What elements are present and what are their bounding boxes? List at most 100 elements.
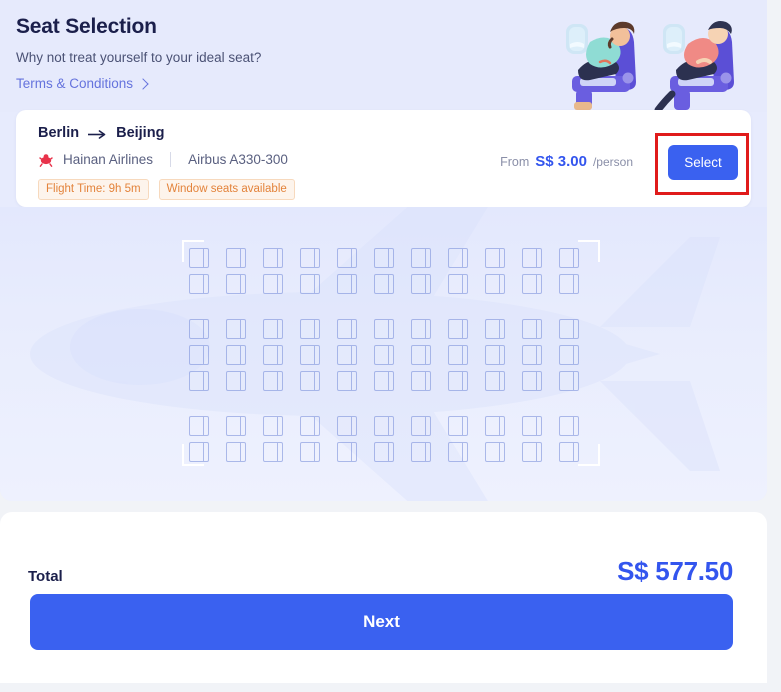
seat[interactable] [559, 274, 579, 294]
seat[interactable] [559, 248, 579, 268]
flight-info-card: Berlin Beijing Hainan Airlines Airbus A3… [16, 110, 751, 207]
seat[interactable] [300, 345, 320, 365]
seat[interactable] [448, 371, 468, 391]
seat[interactable] [263, 442, 283, 462]
badge-flight-time: Flight Time: 9h 5m [38, 179, 149, 200]
seat[interactable] [485, 442, 505, 462]
total-amount: S$ 577.50 [617, 556, 733, 586]
seat-row [189, 319, 579, 339]
seat[interactable] [411, 371, 431, 391]
seat[interactable] [300, 442, 320, 462]
terms-link-label: Terms & Conditions [16, 76, 134, 91]
origin-city: Berlin [38, 125, 80, 141]
seat[interactable] [337, 416, 357, 436]
seat[interactable] [263, 416, 283, 436]
seat-selection-page: Seat Selection Why not treat yourself to… [0, 0, 781, 692]
seat[interactable] [522, 345, 542, 365]
seat[interactable] [485, 371, 505, 391]
seat[interactable] [411, 345, 431, 365]
seat[interactable] [226, 345, 246, 365]
seat[interactable] [189, 371, 209, 391]
terms-and-conditions-link[interactable]: Terms & Conditions [16, 76, 149, 91]
seat[interactable] [448, 442, 468, 462]
seat[interactable] [337, 248, 357, 268]
seat[interactable] [263, 319, 283, 339]
seat[interactable] [411, 416, 431, 436]
seat[interactable] [300, 274, 320, 294]
seat[interactable] [411, 274, 431, 294]
seat[interactable] [411, 442, 431, 462]
seat[interactable] [189, 345, 209, 365]
seat[interactable] [374, 442, 394, 462]
seat[interactable] [263, 345, 283, 365]
seat[interactable] [337, 442, 357, 462]
seat[interactable] [189, 319, 209, 339]
next-button[interactable]: Next [30, 594, 733, 650]
seat[interactable] [337, 319, 357, 339]
seat[interactable] [448, 416, 468, 436]
seat[interactable] [226, 416, 246, 436]
seat[interactable] [485, 248, 505, 268]
seat-row [189, 345, 579, 365]
seat[interactable] [374, 345, 394, 365]
seat[interactable] [522, 274, 542, 294]
seat-block [189, 248, 579, 294]
seat-row [189, 274, 579, 294]
seat[interactable] [226, 274, 246, 294]
seat[interactable] [448, 248, 468, 268]
destination-city: Beijing [116, 125, 165, 141]
seat[interactable] [337, 371, 357, 391]
seat[interactable] [189, 248, 209, 268]
seat[interactable] [374, 319, 394, 339]
seat[interactable] [522, 319, 542, 339]
seat-selection-card: Seat Selection Why not treat yourself to… [0, 0, 767, 501]
seat[interactable] [485, 274, 505, 294]
seat[interactable] [263, 371, 283, 391]
seat[interactable] [448, 274, 468, 294]
price-row: From S$ 3.00 /person [500, 153, 633, 170]
route: Berlin Beijing [38, 125, 164, 141]
seat[interactable] [448, 345, 468, 365]
seat[interactable] [300, 319, 320, 339]
seat-block [189, 416, 579, 462]
seat[interactable] [522, 248, 542, 268]
seat[interactable] [374, 416, 394, 436]
seat[interactable] [559, 442, 579, 462]
seat[interactable] [300, 248, 320, 268]
seat[interactable] [337, 345, 357, 365]
seat[interactable] [559, 319, 579, 339]
seat[interactable] [374, 371, 394, 391]
seat[interactable] [226, 442, 246, 462]
seat[interactable] [374, 248, 394, 268]
seat[interactable] [337, 274, 357, 294]
seat[interactable] [300, 371, 320, 391]
seat[interactable] [189, 442, 209, 462]
seat[interactable] [522, 371, 542, 391]
seat[interactable] [300, 416, 320, 436]
seat[interactable] [263, 274, 283, 294]
seat[interactable] [522, 442, 542, 462]
seat[interactable] [522, 416, 542, 436]
seat[interactable] [485, 319, 505, 339]
seat[interactable] [411, 319, 431, 339]
seat[interactable] [559, 345, 579, 365]
seat[interactable] [559, 416, 579, 436]
seat-row [189, 442, 579, 462]
seat[interactable] [448, 319, 468, 339]
seat[interactable] [374, 274, 394, 294]
page-subtitle: Why not treat yourself to your ideal sea… [16, 50, 262, 65]
seat[interactable] [263, 248, 283, 268]
seat[interactable] [226, 371, 246, 391]
select-button[interactable]: Select [668, 145, 738, 180]
seat[interactable] [485, 416, 505, 436]
page-header: Seat Selection Why not treat yourself to… [0, 0, 767, 112]
aisle-gap [189, 397, 579, 416]
seat[interactable] [189, 416, 209, 436]
seat[interactable] [411, 248, 431, 268]
seat[interactable] [226, 319, 246, 339]
seat[interactable] [485, 345, 505, 365]
divider [170, 152, 172, 167]
seat[interactable] [189, 274, 209, 294]
seat[interactable] [559, 371, 579, 391]
seat[interactable] [226, 248, 246, 268]
